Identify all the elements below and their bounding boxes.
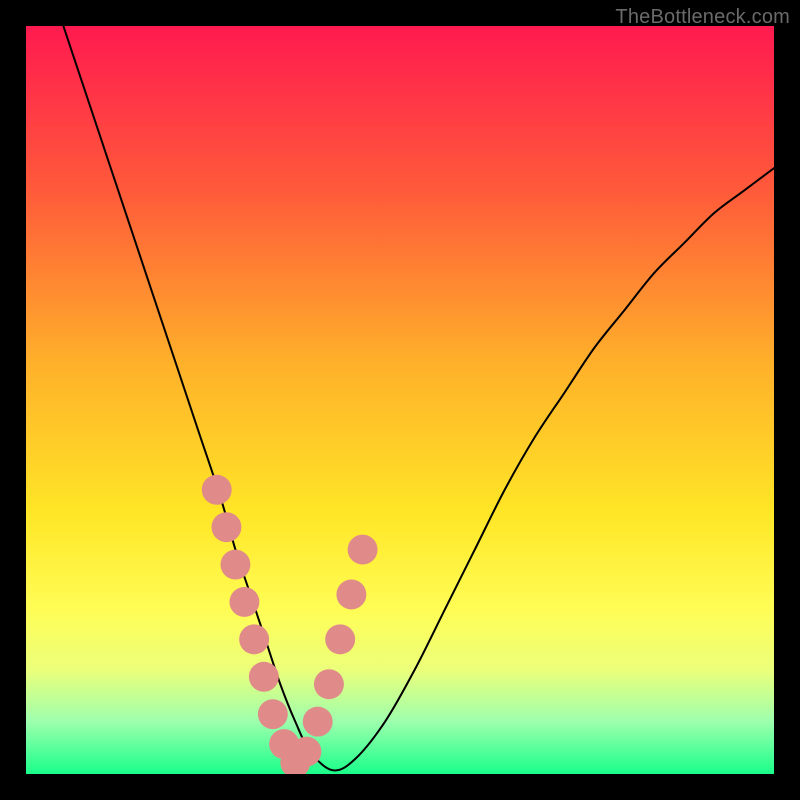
highlight-dot	[336, 580, 366, 610]
chart-svg	[26, 26, 774, 774]
chart-frame	[26, 26, 774, 774]
highlight-dot	[229, 587, 259, 617]
highlight-dot	[220, 550, 250, 580]
highlight-dot	[202, 475, 232, 505]
highlight-dot	[258, 699, 288, 729]
gradient-background	[26, 26, 774, 774]
watermark-text: TheBottleneck.com	[615, 6, 790, 29]
highlight-dot	[325, 624, 355, 654]
highlight-dot	[303, 707, 333, 737]
highlight-dot	[239, 624, 269, 654]
highlight-dot	[314, 669, 344, 699]
highlight-dot	[348, 535, 378, 565]
highlight-dot	[212, 512, 242, 542]
highlight-dot	[292, 737, 322, 767]
highlight-dot	[249, 662, 279, 692]
